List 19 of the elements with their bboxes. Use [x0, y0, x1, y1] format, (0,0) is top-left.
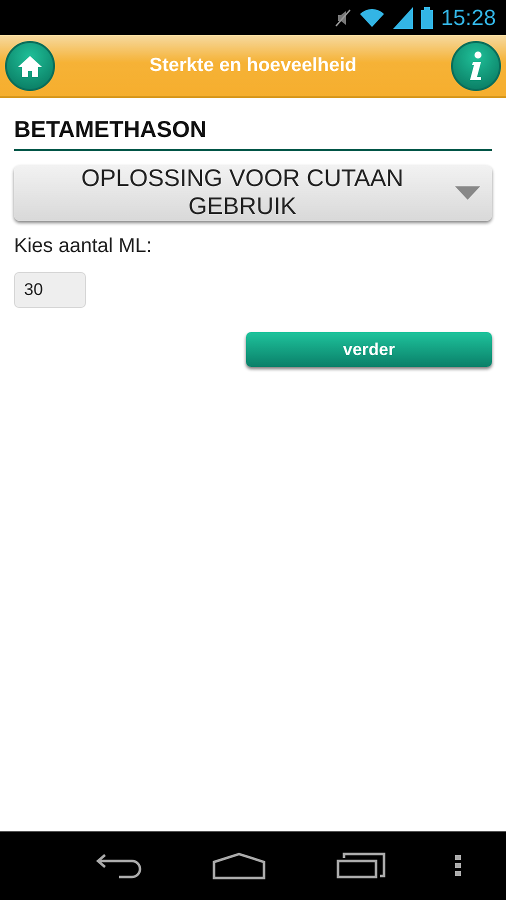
signal-icon	[392, 6, 413, 28]
info-icon	[469, 50, 483, 80]
overflow-menu-icon[interactable]	[455, 855, 462, 877]
battery-icon	[420, 6, 433, 28]
clock-time: 15:28	[440, 4, 496, 30]
info-button[interactable]	[451, 40, 501, 90]
back-icon[interactable]	[94, 852, 143, 880]
recent-apps-icon[interactable]	[336, 852, 386, 880]
drug-name: BETAMETHASON	[14, 116, 492, 151]
amount-label: Kies aantal ML:	[14, 235, 153, 258]
mute-icon	[334, 8, 351, 28]
home-icon[interactable]	[212, 852, 266, 880]
dropdown-arrow-icon	[454, 186, 480, 200]
wifi-icon	[358, 8, 385, 28]
form-dropdown[interactable]: OPLOSSING VOOR CUTAAN GEBRUIK	[14, 165, 492, 221]
amount-field[interactable]: 30	[14, 272, 86, 308]
home-icon	[18, 54, 42, 76]
screen-title: Sterkte en hoeveelheid	[150, 54, 356, 76]
home-button[interactable]	[5, 40, 55, 90]
